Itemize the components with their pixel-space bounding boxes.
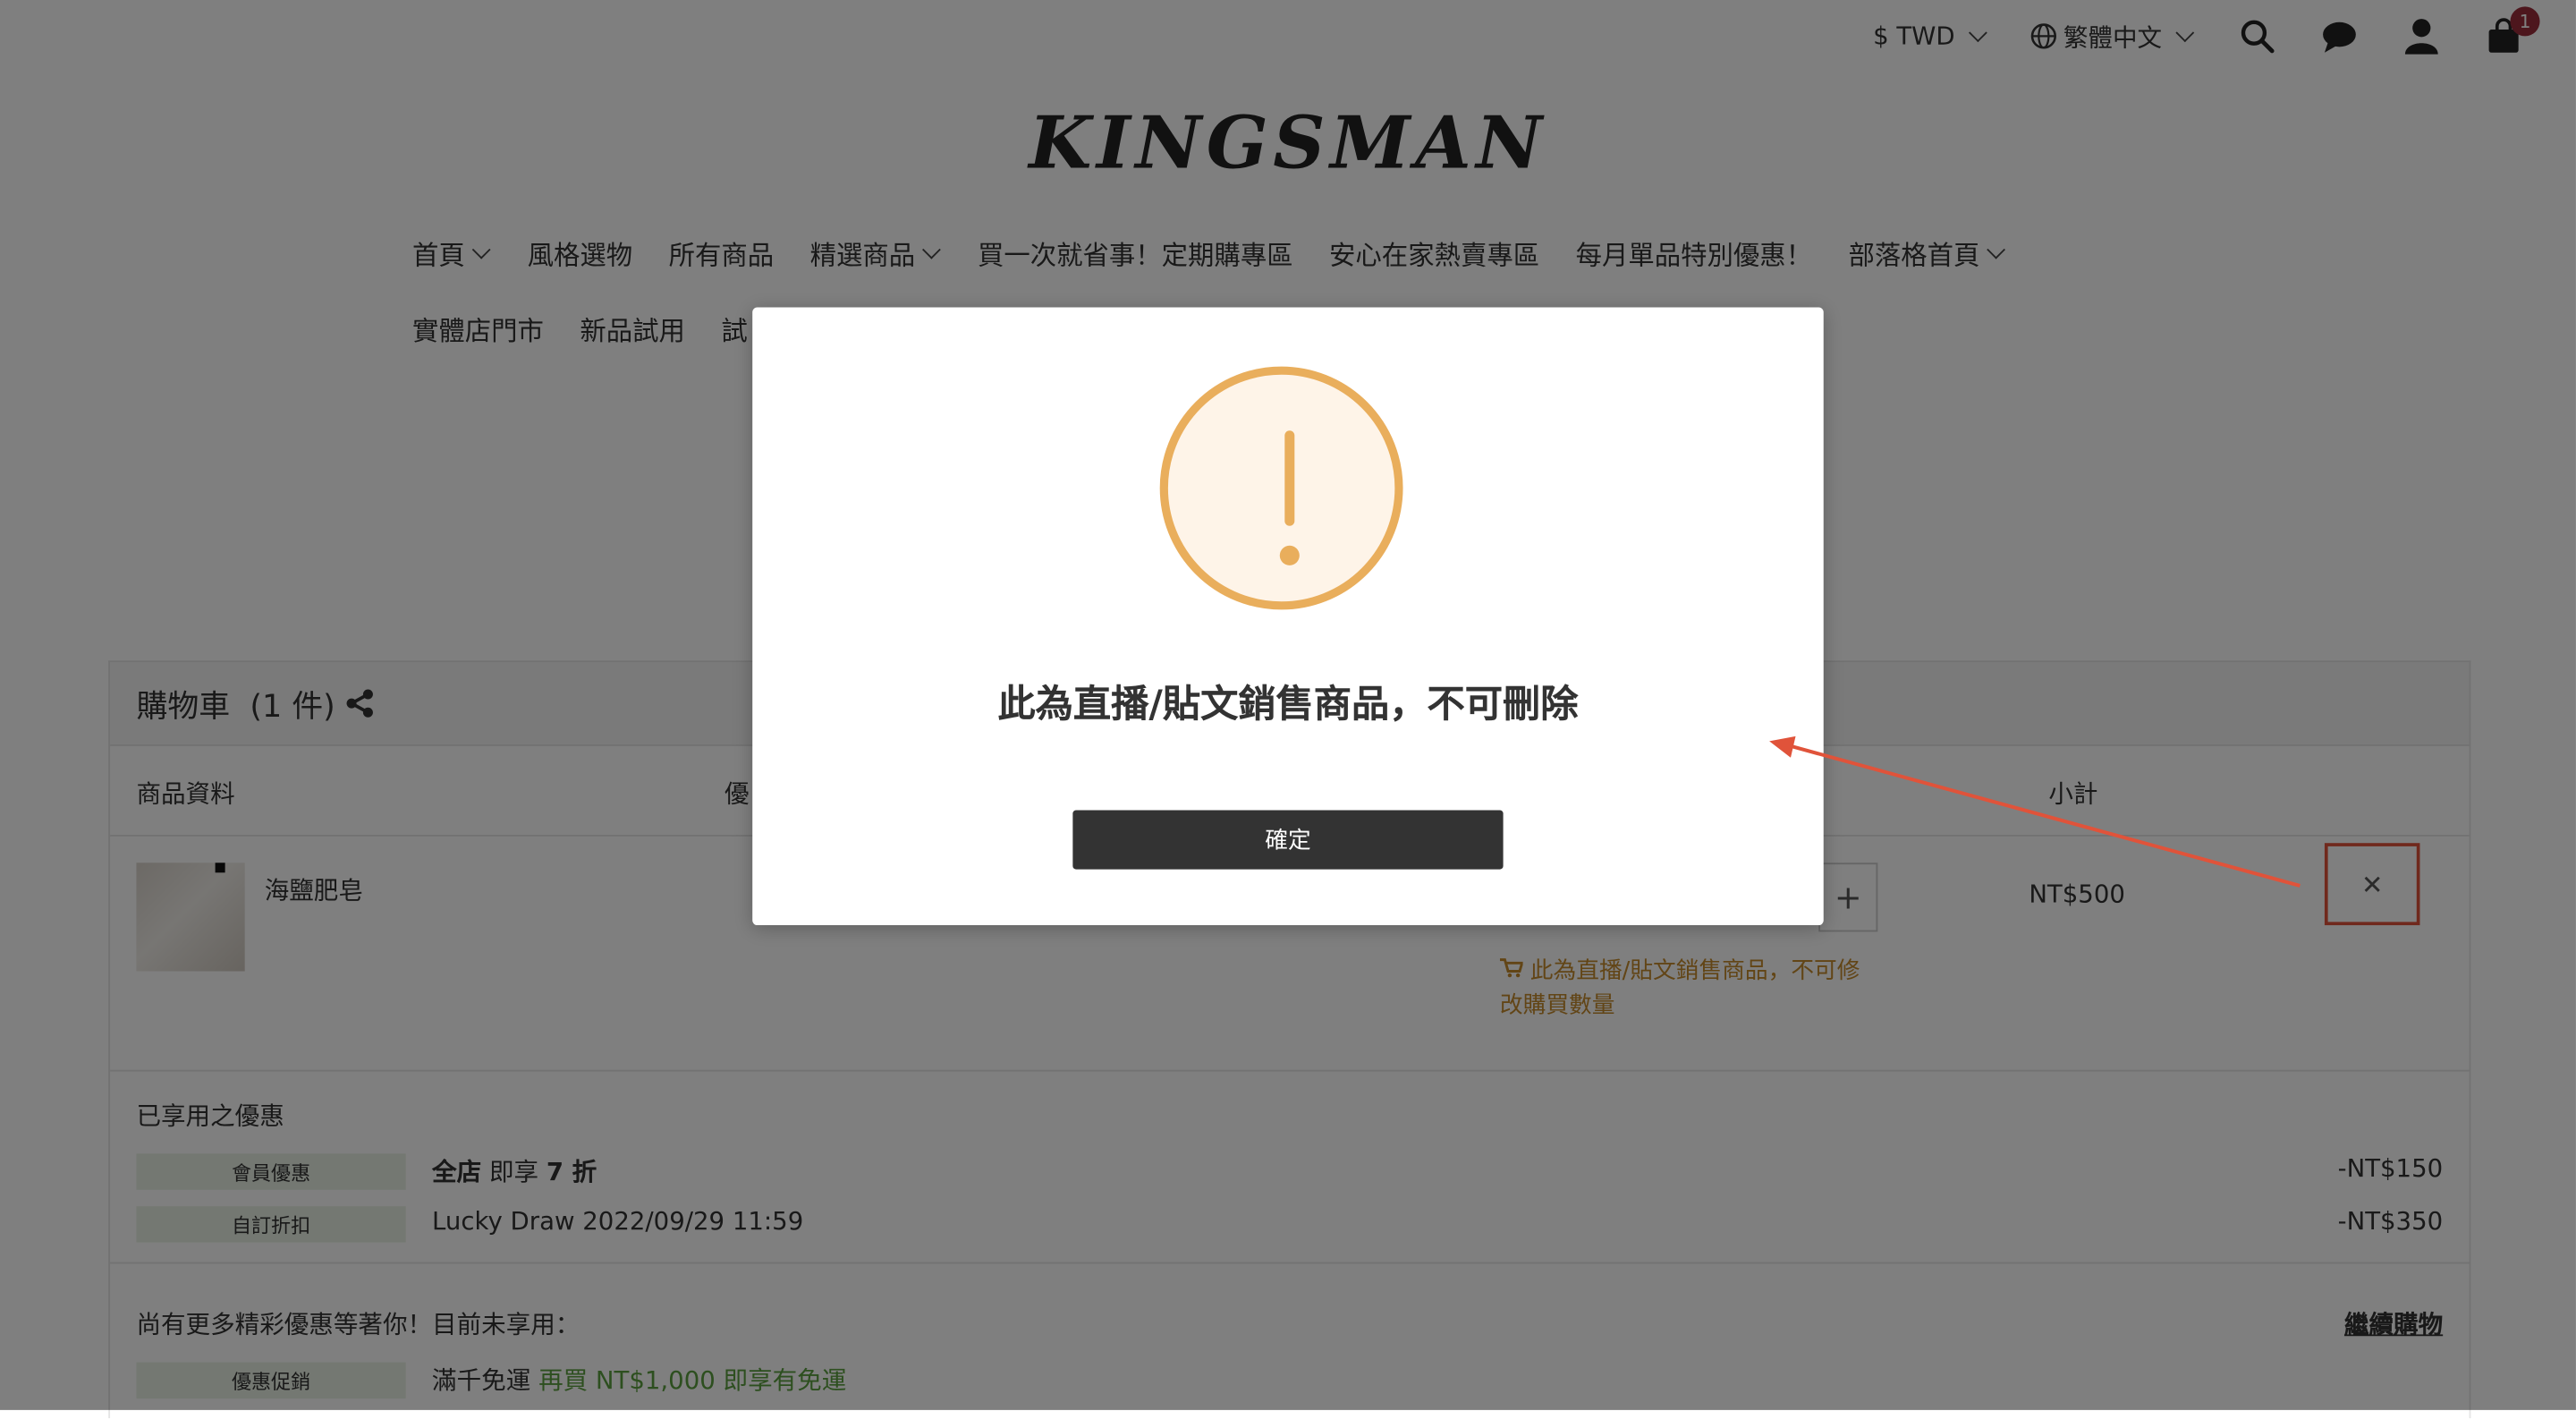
confirm-button[interactable]: 確定 bbox=[1072, 810, 1504, 870]
alert-dialog: 此為直播/貼文銷售商品，不可刪除 確定 bbox=[752, 307, 1824, 926]
page: $ TWD 繁體中文 1 KINGSMAN 首頁 風格選物 所有商品 精選商品 … bbox=[0, 0, 2576, 1419]
warning-icon bbox=[1159, 366, 1403, 610]
alert-message: 此為直播/貼文銷售商品，不可刪除 bbox=[997, 684, 1579, 727]
